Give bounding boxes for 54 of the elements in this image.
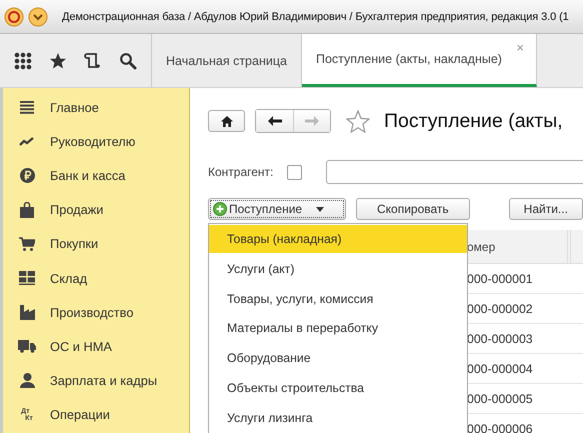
home-icon <box>220 116 232 126</box>
table-cell: 000-000001 <box>467 272 533 286</box>
ruble-coin-icon <box>20 168 34 183</box>
menu-item[interactable]: Товары (накладная) <box>209 225 467 253</box>
table-cell: 000-000006 <box>467 422 533 433</box>
trend-line-icon <box>19 136 35 146</box>
right-arrow-icon <box>305 116 319 126</box>
cart-icon <box>19 236 35 251</box>
filter-label: Контрагент: <box>208 165 274 179</box>
sidebar-item[interactable]: Зарплата и кадры <box>3 364 189 398</box>
filter-checkbox[interactable] <box>287 164 302 180</box>
table-cell: 000-000005 <box>467 392 533 406</box>
history-icon[interactable] <box>84 52 102 70</box>
create-dropdown-button[interactable]: Поступление <box>208 198 346 220</box>
dropdown-menu-icon[interactable] <box>28 6 48 26</box>
sidebar-item[interactable]: Покупки <box>3 226 189 261</box>
plus-circle-icon <box>213 202 227 216</box>
sidebar-item[interactable]: ОС и НМА <box>3 329 189 364</box>
back-button[interactable] <box>256 110 293 132</box>
toolbar-button[interactable]: Скопировать <box>356 198 470 220</box>
warehouse-icon <box>19 271 35 286</box>
menu-item[interactable]: Объекты строительства <box>209 373 467 403</box>
sidebar-item[interactable]: Руководителю <box>3 124 189 158</box>
tab[interactable]: Поступление (акты, накладные) × <box>302 34 537 87</box>
search-icon[interactable] <box>118 52 137 70</box>
truck-icon <box>18 340 36 353</box>
menu-item[interactable]: Оборудование <box>209 343 467 374</box>
caret-icon <box>316 206 324 212</box>
table-cell: 000-000004 <box>467 362 533 376</box>
table-cell: 000-000003 <box>467 332 533 346</box>
sidebar-item[interactable]: Главное <box>3 90 189 124</box>
menu-item[interactable]: Товары, услуги, комиссия <box>209 284 467 314</box>
factory-icon <box>20 304 34 320</box>
menu-lines-icon <box>20 100 34 114</box>
logo-icon <box>4 6 24 26</box>
toolbar-button[interactable]: Найти... <box>508 198 583 220</box>
menu-item[interactable]: Материалы в переработку <box>209 314 467 344</box>
apps-grid-icon[interactable] <box>14 52 32 70</box>
sidebar-item[interactable]: Банк и касса <box>3 158 189 193</box>
menu-item[interactable]: Услуги (акт) <box>209 254 467 284</box>
left-arrow-icon <box>268 116 282 126</box>
window-title: Демонстрационная база / Абдулов Юрий Владимирович / Бухгалтерия предприятия, редакция 3.0 (1 <box>62 10 569 22</box>
sidebar-item[interactable]: Склад <box>3 260 189 296</box>
home-button[interactable] <box>208 110 245 132</box>
star-icon[interactable] <box>346 110 370 132</box>
shopping-bag-icon <box>20 202 34 218</box>
menu-item[interactable]: Услуги лизинга <box>209 402 467 433</box>
star-icon[interactable] <box>49 52 68 70</box>
table-cell: 000-000002 <box>467 302 533 316</box>
sidebar-item[interactable]: Продажи <box>3 192 189 227</box>
person-icon <box>20 373 34 388</box>
sidebar-item[interactable]: Производство <box>3 295 189 330</box>
counterparty-field[interactable] <box>326 160 583 184</box>
form-title: Поступление (акты, <box>384 110 563 132</box>
